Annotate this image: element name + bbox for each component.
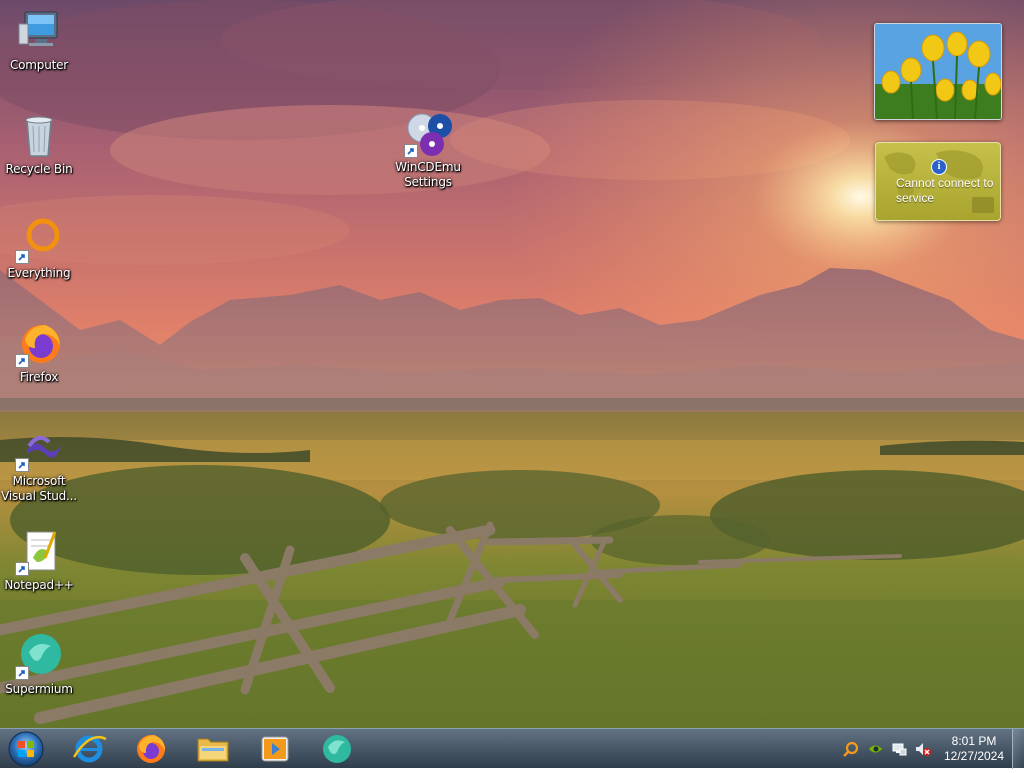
taskbar-windows-explorer[interactable] [186, 731, 240, 767]
volume-muted-icon[interactable] [915, 741, 931, 757]
desktop-icon-everything[interactable]: Everything [1, 216, 77, 281]
shortcut-arrow-icon [15, 354, 29, 368]
computer-icon [15, 8, 63, 56]
slideshow-gadget[interactable] [874, 23, 1002, 120]
everything-icon [15, 216, 63, 264]
supermium-icon [15, 632, 63, 680]
taskbar-supermium[interactable] [310, 731, 364, 767]
shortcut-arrow-icon [15, 458, 29, 472]
ie-icon [72, 735, 107, 763]
network-icon[interactable] [891, 741, 907, 757]
system-clock[interactable]: 8:01 PM 12/27/2024 [936, 734, 1012, 764]
supermium-icon [323, 735, 351, 763]
firefox-icon [15, 320, 63, 368]
tulips-photo-icon [875, 24, 1001, 119]
cd-discs-icon [404, 110, 452, 158]
nvidia-icon[interactable] [867, 741, 883, 757]
weather-status-message: Cannot connect to service [896, 176, 994, 205]
clock-time: 8:01 PM [951, 734, 997, 748]
shortcut-arrow-icon [404, 144, 418, 158]
taskbar: 8:01 PM 12/27/2024 [0, 728, 1024, 769]
shortcut-arrow-icon [15, 666, 29, 680]
shortcut-arrow-icon [15, 250, 29, 264]
taskbar-firefox[interactable] [124, 731, 178, 767]
desktop-icon-label: Computer [9, 58, 69, 72]
desktop-icon-supermium[interactable]: Supermium [1, 632, 77, 697]
desktop-icon-label: Microsoft Visual Stud... [1, 474, 77, 503]
recycle-bin-icon [15, 112, 63, 160]
desktop-icon-wincdemu-settings[interactable]: WinCDEmu Settings [390, 110, 466, 190]
desktop-icon-label: Recycle Bin [5, 162, 73, 176]
weather-gadget[interactable]: i Cannot connect to service [875, 142, 1001, 221]
desktop-wallpaper [0, 0, 1024, 728]
info-icon: i [931, 159, 947, 175]
taskbar-media-player[interactable] [248, 731, 302, 767]
desktop-icon-computer[interactable]: Computer [1, 8, 77, 73]
clock-date: 12/27/2024 [943, 749, 1005, 763]
desktop-icon-recycle-bin[interactable]: Recycle Bin [1, 112, 77, 177]
taskbar-internet-explorer[interactable] [62, 731, 116, 767]
desktop-icon-notepad-plus-plus[interactable]: Notepad++ [1, 528, 77, 593]
desktop-icon-visual-studio[interactable]: Microsoft Visual Stud... [1, 424, 77, 504]
desktop-icon-label: WinCDEmu Settings [395, 160, 461, 189]
shortcut-arrow-icon [15, 562, 29, 576]
visual-studio-icon [15, 424, 63, 472]
notepad-plus-plus-icon [15, 528, 63, 576]
desktop-icon-label: Supermium [5, 682, 73, 696]
show-desktop-button[interactable] [1012, 729, 1024, 769]
desktop-icon-firefox[interactable]: Firefox [1, 320, 77, 385]
windows-logo-icon [8, 731, 44, 767]
media-icon [261, 736, 289, 762]
search-icon[interactable] [843, 741, 859, 757]
desktop-icon-label: Firefox [19, 370, 59, 384]
folder-icon [197, 738, 229, 762]
desktop-icon-label: Everything [7, 266, 71, 280]
firefox-icon [137, 735, 165, 763]
start-button[interactable] [6, 730, 46, 768]
desktop-icon-label: Notepad++ [4, 578, 74, 592]
